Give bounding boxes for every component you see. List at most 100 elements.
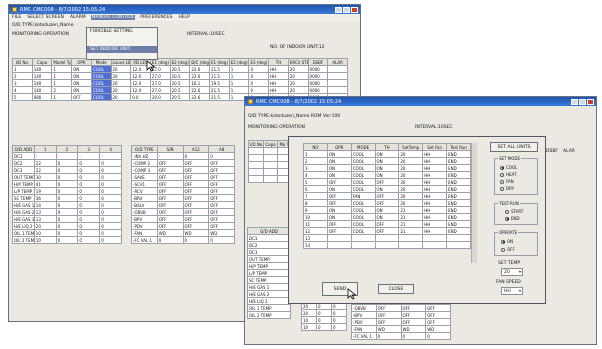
close-icon[interactable] [351, 6, 358, 13]
minimize-icon[interactable] [571, 98, 578, 105]
table-row[interactable]: 3 140 1 ON COOL 20 12.0 27.0 20.5 16.1 19.5 1 0 HH 20 0… [12, 79, 348, 87]
table-cell[interactable]: 20 [398, 185, 424, 193]
table-cell[interactable]: ON [326, 157, 352, 165]
table-cell[interactable]: COOL [350, 171, 376, 179]
table-cell[interactable]: ON [326, 213, 352, 221]
table-row[interactable]: 2 ON COOL ON 20 HH END [303, 157, 471, 165]
table-cell[interactable] [446, 234, 471, 242]
table-row[interactable]: 1 140 1 ON COOL 20 12.0 27.0 20.5 22.6 21.5 1 0 HH 20 0… [12, 65, 348, 73]
radio-mode-cool[interactable]: COOL [500, 165, 517, 170]
table-row[interactable]: 6 ON COOL ON 20 HH END [303, 185, 471, 193]
set-temp-select[interactable]: 20 ▾ [501, 268, 523, 276]
table-cell[interactable]: END [446, 206, 471, 214]
table-cell[interactable]: HH [422, 220, 448, 228]
table-cell[interactable]: HH [422, 171, 448, 179]
table-cell[interactable] [326, 241, 352, 249]
table-row[interactable]: 9 ON COOL ON 21 HH END [303, 206, 471, 214]
table-cell[interactable]: 21 [398, 227, 424, 235]
table-cell[interactable]: ON [326, 164, 352, 172]
table-cell[interactable]: HH [422, 206, 448, 214]
table-cell[interactable]: 21 [398, 213, 424, 221]
radio-mode-dry[interactable]: DRY [500, 186, 514, 191]
table-cell[interactable] [422, 234, 448, 242]
table-cell[interactable]: ON [326, 171, 352, 179]
radio-operate-on[interactable]: ON [501, 239, 513, 244]
radio-test-start[interactable]: START [505, 209, 523, 214]
set-all-units-button[interactable]: SET ALL UNITS [490, 142, 538, 152]
table-cell[interactable]: OFF [374, 220, 400, 228]
table-cell[interactable]: HH [422, 164, 448, 172]
table-cell[interactable]: OFF [374, 199, 400, 207]
table-cell[interactable]: ON [374, 164, 400, 172]
unit-table-scrollbar[interactable] [471, 143, 477, 263]
table-cell[interactable]: 30 [398, 178, 424, 186]
table-cell[interactable]: ON [374, 185, 400, 193]
table-row[interactable]: 3 ON COOL ON 20 HH END [303, 164, 471, 172]
radio-operate-off[interactable]: OFF [501, 247, 515, 252]
table-cell[interactable] [398, 241, 424, 249]
table-cell[interactable] [446, 241, 471, 249]
table-cell[interactable] [350, 234, 376, 242]
table-row[interactable]: 7 OFF FAN OFF 20 HH END [303, 192, 471, 200]
table-cell[interactable]: HH [422, 178, 448, 186]
table-row[interactable]: 11 OFF COOL OFF 21 HH END [303, 220, 471, 228]
table-cell[interactable]: COOL [350, 178, 376, 186]
table-cell[interactable]: END [446, 199, 471, 207]
table-row[interactable]: 12 OFF COOL OFF 21 HH END [303, 227, 471, 235]
table-row[interactable]: 5 OFF COOL OFF 30 HH END [303, 178, 471, 186]
table-cell[interactable]: COOL [350, 213, 376, 221]
table-cell[interactable]: ON [374, 171, 400, 179]
table-cell[interactable]: ON [374, 213, 400, 221]
minimize-icon[interactable] [335, 6, 342, 13]
close-button[interactable]: CLOSE [378, 284, 414, 294]
table-cell[interactable]: END [446, 192, 471, 200]
menu-item[interactable]: PREFERENCES [139, 15, 173, 20]
table-cell[interactable]: ON [374, 206, 400, 214]
table-cell[interactable]: OFF [326, 199, 352, 207]
table-row[interactable]: 14 [303, 241, 471, 249]
table-cell[interactable]: HH [422, 192, 448, 200]
table-cell[interactable]: COOL [350, 157, 376, 165]
table-cell[interactable]: COOL [350, 206, 376, 214]
table-cell[interactable]: HH [422, 157, 448, 165]
table-cell[interactable] [374, 241, 400, 249]
table-cell[interactable] [422, 241, 448, 249]
table-cell[interactable]: 20 [398, 192, 424, 200]
table-cell[interactable]: END [446, 164, 471, 172]
table-cell[interactable]: 20 [398, 199, 424, 207]
table-row[interactable]: 13 [303, 234, 471, 242]
table-cell[interactable]: HH [422, 150, 448, 158]
table-cell[interactable]: END [446, 171, 471, 179]
table-cell[interactable] [326, 234, 352, 242]
maximize-icon[interactable] [343, 6, 350, 13]
table-row[interactable]: 4 ON COOL ON 20 HH END [303, 171, 471, 179]
table-cell[interactable]: ON [326, 185, 352, 193]
table-cell[interactable]: 21 [398, 220, 424, 228]
table-cell[interactable] [350, 241, 376, 249]
table-cell[interactable]: COOL [350, 220, 376, 228]
close-icon[interactable] [587, 98, 594, 105]
table-cell[interactable]: END [446, 227, 471, 235]
table-cell[interactable]: END [446, 150, 471, 158]
table-cell[interactable]: OFF [326, 192, 352, 200]
table-cell[interactable]: COOL [350, 199, 376, 207]
table-cell[interactable]: 20 [398, 150, 424, 158]
table-cell[interactable]: END [446, 157, 471, 165]
menu-item-set-indoor-unit[interactable]: SET INDOOR UNIT [87, 46, 157, 53]
table-cell[interactable]: ON [326, 206, 352, 214]
table-cell[interactable]: END [446, 213, 471, 221]
menu-item[interactable]: MANUAL CONTROL [90, 15, 136, 20]
table-cell[interactable]: OFF [326, 220, 352, 228]
table-cell[interactable]: HH [422, 199, 448, 207]
table-cell[interactable]: ON [374, 150, 400, 158]
table-cell[interactable]: COOL [350, 164, 376, 172]
fan-speed-select[interactable]: HH ▾ [501, 287, 523, 295]
table-cell[interactable]: FAN [350, 192, 376, 200]
table-cell[interactable] [374, 234, 400, 242]
table-cell[interactable]: OFF [374, 227, 400, 235]
table-cell[interactable]: ON [326, 150, 352, 158]
table-cell[interactable]: OFF [326, 227, 352, 235]
table-row[interactable]: 1 ON COOL ON 20 HH END [303, 150, 471, 158]
menu-item[interactable]: HELP [178, 15, 191, 20]
maximize-icon[interactable] [579, 98, 586, 105]
